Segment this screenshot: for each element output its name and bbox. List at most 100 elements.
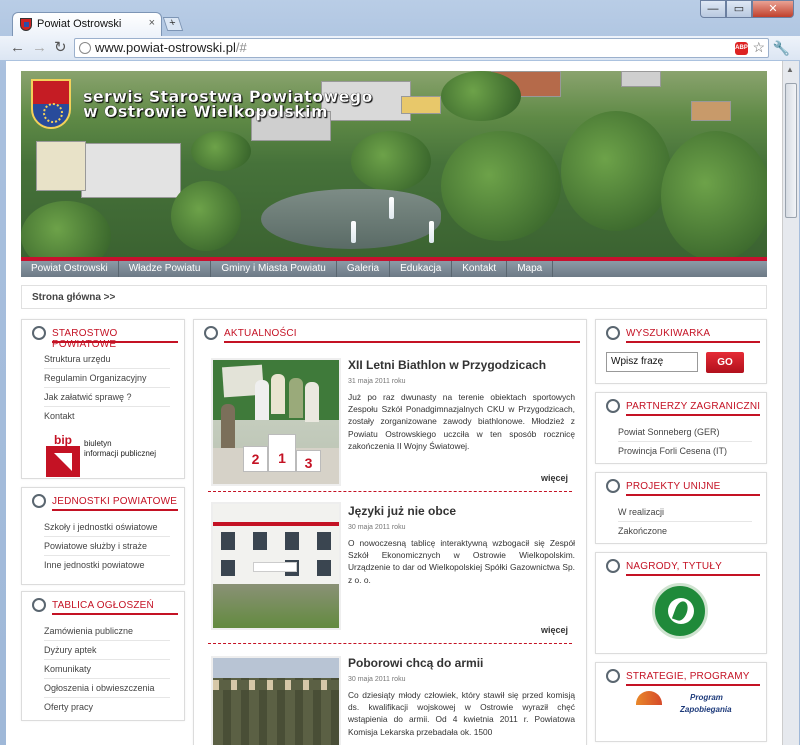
- box-title: PROJEKTY UNIJNE: [626, 481, 721, 492]
- bip-line2: informacji publicznej: [84, 449, 157, 458]
- header-underline: [52, 613, 178, 615]
- new-tab-button[interactable]: +: [162, 17, 184, 31]
- nav-mapa[interactable]: Mapa: [507, 261, 554, 277]
- list-item[interactable]: Powiatowe służby i straże: [44, 537, 170, 556]
- nav-edukacja[interactable]: Edukacja: [390, 261, 453, 277]
- adblock-icon[interactable]: ABP: [735, 42, 748, 55]
- box-title: STRATEGIE, PROGRAMY: [626, 671, 750, 682]
- starostwo-box: STAROSTWO POWIATOWE Struktura urzędu Reg…: [21, 319, 185, 479]
- vertical-scrollbar[interactable]: ▲: [782, 61, 799, 745]
- list-item[interactable]: Prowincja Forli Cesena (IT): [618, 442, 752, 460]
- center-column: AKTUALNOŚCI 2 1 3 XII Letni Biathlon w P…: [193, 319, 587, 745]
- minimize-button[interactable]: —: [700, 0, 726, 18]
- box-title: NAGRODY, TYTUŁY: [626, 561, 722, 572]
- close-window-button[interactable]: ✕: [752, 0, 794, 18]
- news-item: Języki już nie obce 30 maja 2011 roku O …: [208, 492, 575, 644]
- news-image-biathlon[interactable]: 2 1 3: [211, 358, 341, 486]
- tablica-box: TABLICA OGŁOSZEŃ Zamówienia publiczne Dy…: [21, 591, 185, 721]
- list-item[interactable]: Kontakt: [44, 407, 170, 425]
- scroll-up-icon[interactable]: ▲: [786, 65, 794, 74]
- header-banner: serwis Starostwa Powiatowego w Ostrowie …: [21, 71, 767, 257]
- header-underline: [224, 341, 580, 343]
- box-title: TABLICA OGŁOSZEŃ: [52, 600, 154, 611]
- news-item: Poborowi chcą do armii 30 maja 2011 roku…: [208, 644, 575, 745]
- search-box: WYSZUKIWARKA Wpisz frazę GO: [595, 319, 767, 384]
- news-title[interactable]: Poborowi chcą do armii: [348, 656, 483, 670]
- address-bar[interactable]: www.powiat-ostrowski.pl/# ABP ☆: [74, 38, 769, 58]
- ring-icon: [32, 598, 46, 612]
- list-item[interactable]: Zamówienia publiczne: [44, 622, 170, 641]
- list-item[interactable]: W realizacji: [618, 503, 752, 522]
- list-item[interactable]: Szkoły i jednostki oświatowe: [44, 518, 170, 537]
- ring-icon: [606, 479, 620, 493]
- box-header: PROJEKTY UNIJNE: [596, 473, 766, 499]
- page-viewport: serwis Starostwa Powiatowego w Ostrowie …: [6, 61, 782, 745]
- bookmark-star-icon[interactable]: ☆: [752, 39, 765, 56]
- more-link[interactable]: więcej: [541, 625, 568, 635]
- nav-galeria[interactable]: Galeria: [337, 261, 391, 277]
- list-item[interactable]: Powiat Sonneberg (GER): [618, 423, 752, 442]
- news-title[interactable]: XII Letni Biathlon w Przygodzicach: [348, 358, 546, 372]
- nav-powiat-ostrowski[interactable]: Powiat Ostrowski: [21, 261, 119, 277]
- program-banner[interactable]: Program Zapobiegania: [596, 689, 766, 729]
- coat-of-arms-logo[interactable]: [31, 79, 71, 129]
- box-title: JEDNOSTKI POWIATOWE: [52, 496, 178, 507]
- scrollbar-thumb[interactable]: [785, 83, 797, 218]
- nagrody-box: NAGRODY, TYTUŁY: [595, 552, 767, 654]
- list-item[interactable]: Ogłoszenia i obwieszczenia: [44, 679, 170, 698]
- ring-icon: [606, 326, 620, 340]
- podium-1: 1: [268, 434, 296, 472]
- nav-wladze-powiatu[interactable]: Władze Powiatu: [119, 261, 212, 277]
- maximize-button[interactable]: ▭: [726, 0, 752, 18]
- ecology-badge-link[interactable]: [596, 579, 766, 649]
- news-image-school[interactable]: [211, 502, 341, 630]
- news-image-recruits[interactable]: [211, 656, 341, 745]
- list-item[interactable]: Regulamin Organizacyjny: [44, 369, 170, 388]
- main-navigation: Powiat Ostrowski Władze Powiatu Gminy i …: [21, 257, 767, 277]
- partnerzy-list: Powiat Sonneberg (GER) Prowincja Forli C…: [596, 419, 766, 466]
- back-arrow-icon[interactable]: ←: [10, 39, 25, 56]
- tablica-list: Zamówienia publiczne Dyżury aptek Komuni…: [22, 618, 184, 722]
- breadcrumb[interactable]: Strona główna >>: [21, 285, 767, 309]
- news-item: 2 1 3 XII Letni Biathlon w Przygodzicach…: [208, 346, 575, 492]
- list-item[interactable]: Jak załatwić sprawę ?: [44, 388, 170, 407]
- program-line1: Program: [690, 693, 723, 702]
- forward-arrow-icon[interactable]: →: [32, 39, 47, 56]
- nav-gminy-i-miasta[interactable]: Gminy i Miasta Powiatu: [211, 261, 337, 277]
- list-item[interactable]: Zakończone: [618, 522, 752, 540]
- reload-icon[interactable]: ↻: [54, 39, 67, 56]
- more-link[interactable]: więcej: [541, 473, 568, 483]
- news-body: Już po raz dwunasty na terenie obiektach…: [348, 392, 575, 451]
- news-title[interactable]: Języki już nie obce: [348, 504, 456, 518]
- bip-link[interactable]: biuletyninformacji publicznej: [46, 433, 184, 481]
- list-item[interactable]: Komunikaty: [44, 660, 170, 679]
- box-title: AKTUALNOŚCI: [224, 328, 297, 339]
- starostwo-list: Struktura urzędu Regulamin Organizacyjny…: [22, 346, 184, 431]
- ring-icon: [204, 326, 218, 340]
- search-go-button[interactable]: GO: [706, 352, 744, 373]
- right-column: WYSZUKIWARKA Wpisz frazę GO PARTNERZY ZA…: [595, 319, 767, 742]
- bip-text: biuletyn informacji publicznej: [84, 439, 156, 459]
- tab-title: Powiat Ostrowski: [37, 18, 122, 30]
- box-header: STAROSTWO POWIATOWE: [22, 320, 184, 350]
- list-item[interactable]: Dyżury aptek: [44, 641, 170, 660]
- browser-toolbar: ← → ↻ www.powiat-ostrowski.pl/# ABP ☆: [0, 36, 800, 60]
- news-body: O nowoczesną tablicę interaktywną wzboga…: [348, 538, 575, 585]
- wrench-icon[interactable]: 🔧: [773, 40, 790, 57]
- box-header: JEDNOSTKI POWIATOWE: [22, 488, 184, 514]
- aktualnosci-box: AKTUALNOŚCI 2 1 3 XII Letni Biathlon w P…: [193, 319, 587, 745]
- tab-powiat-ostrowski[interactable]: Powiat Ostrowski ×: [12, 12, 162, 36]
- list-item[interactable]: Oferty pracy: [44, 698, 170, 716]
- tab-close-icon[interactable]: ×: [149, 17, 155, 29]
- box-header: PARTNERZY ZAGRANICZNI: [596, 393, 766, 419]
- box-header: WYSZUKIWARKA: [596, 320, 766, 346]
- search-input[interactable]: Wpisz frazę: [606, 352, 698, 372]
- list-item[interactable]: Struktura urzędu: [44, 350, 170, 369]
- banner-title: serwis Starostwa Powiatowego w Ostrowie …: [83, 88, 373, 119]
- list-item[interactable]: Inne jednostki powiatowe: [44, 556, 170, 574]
- news-body: Co dziesiąty młody człowiek, który stawi…: [348, 690, 575, 737]
- site-container: serwis Starostwa Powiatowego w Ostrowie …: [21, 71, 767, 745]
- ring-icon: [606, 559, 620, 573]
- podium-3: 3: [296, 450, 321, 472]
- nav-kontakt[interactable]: Kontakt: [452, 261, 508, 277]
